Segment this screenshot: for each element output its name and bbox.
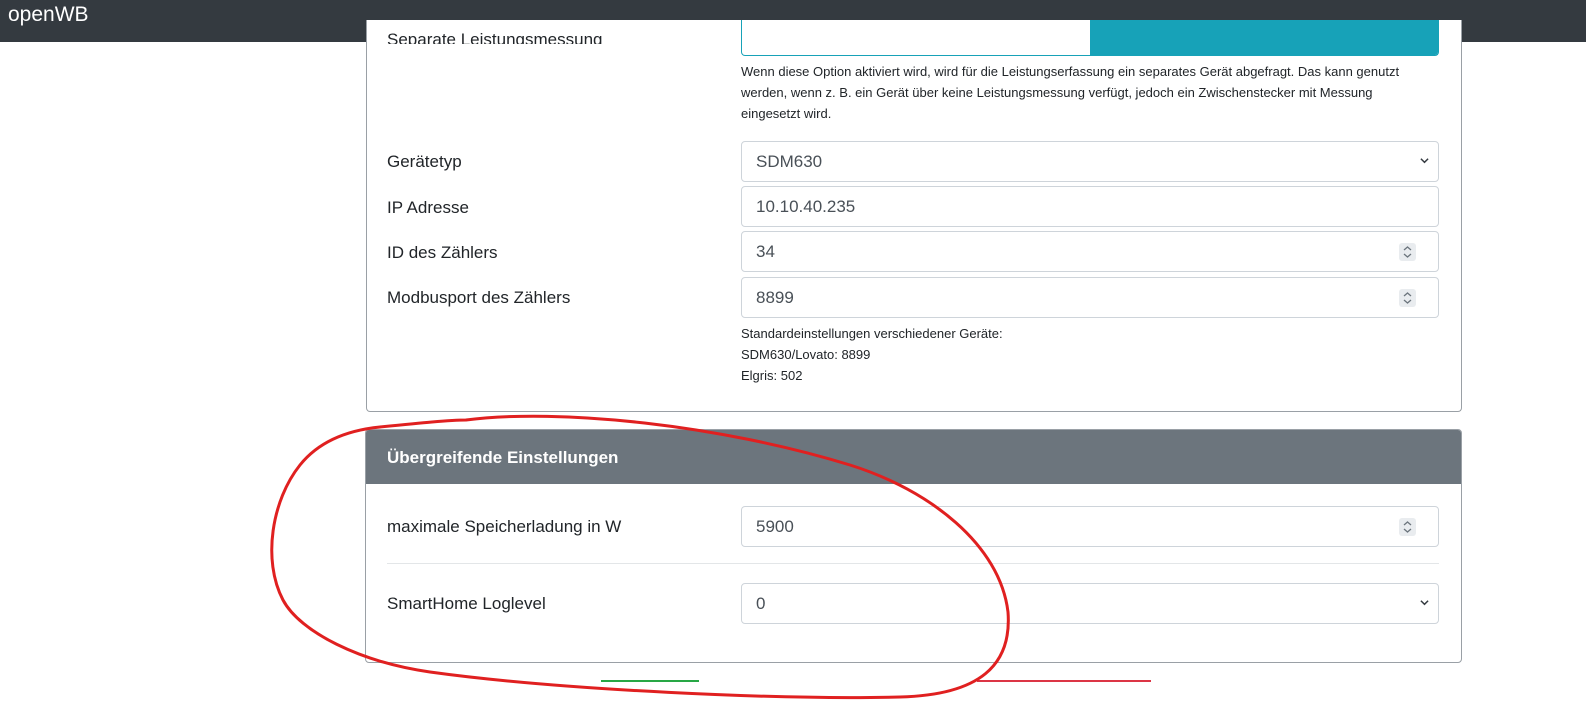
meter-id-input[interactable]: 34 — [741, 231, 1439, 272]
device-type-label: Gerätetyp — [387, 152, 462, 171]
save-button-edge[interactable] — [601, 680, 699, 682]
ip-address-label: IP Adresse — [387, 198, 469, 217]
chevron-down-icon — [1420, 600, 1429, 606]
number-spinner-icon[interactable] — [1399, 518, 1416, 536]
ip-address-value: 10.10.40.235 — [756, 197, 856, 216]
port-help-text: Standardeinstellungen verschiedener Gerä… — [741, 323, 1003, 386]
help-line: Wenn diese Option aktiviert wird, wird f… — [741, 64, 1400, 79]
separate-measurement-label: Separate Leistungsmessung — [387, 30, 603, 44]
row-divider — [387, 563, 1439, 564]
toggle-option-yes[interactable] — [1090, 20, 1438, 55]
help-line: eingesetzt wird. — [741, 106, 832, 121]
max-storage-charge-value: 5900 — [756, 517, 794, 536]
brand-logo[interactable]: openWB — [8, 2, 89, 28]
max-storage-charge-input[interactable]: 5900 — [741, 506, 1439, 547]
card-title: Übergreifende Einstellungen — [387, 448, 619, 467]
help-line: Standardeinstellungen verschiedener Gerä… — [741, 326, 1003, 341]
modbus-port-label: Modbusport des Zählers — [387, 288, 571, 307]
toggle-help-text: Wenn diese Option aktiviert wird, wird f… — [741, 61, 1399, 124]
modbus-port-input[interactable]: 8899 — [741, 277, 1439, 318]
card-header: Übergreifende Einstellungen — [366, 430, 1461, 484]
meter-id-value: 34 — [756, 242, 775, 261]
loglevel-label: SmartHome Loglevel — [387, 594, 546, 613]
separate-measurement-toggle[interactable] — [741, 20, 1439, 56]
loglevel-select[interactable]: 0 — [741, 583, 1439, 624]
device-type-value: SDM630 — [756, 152, 823, 171]
number-spinner-icon[interactable] — [1399, 243, 1416, 261]
reset-button-edge[interactable] — [977, 680, 1151, 682]
help-line: SDM630/Lovato: 8899 — [741, 347, 871, 362]
chevron-down-icon — [1420, 158, 1429, 164]
modbus-port-value: 8899 — [756, 288, 794, 307]
help-line: Elgris: 502 — [741, 368, 803, 383]
ip-address-input[interactable]: 10.10.40.235 — [741, 186, 1439, 227]
help-line: werden, wenn z. B. ein Gerät über keine … — [741, 85, 1373, 100]
meter-id-label: ID des Zählers — [387, 243, 498, 262]
number-spinner-icon[interactable] — [1399, 289, 1416, 307]
loglevel-value: 0 — [756, 594, 766, 613]
device-type-select[interactable]: SDM630 — [741, 141, 1439, 182]
toggle-option-no[interactable] — [742, 20, 1090, 55]
max-storage-charge-label: maximale Speicherladung in W — [387, 517, 622, 536]
